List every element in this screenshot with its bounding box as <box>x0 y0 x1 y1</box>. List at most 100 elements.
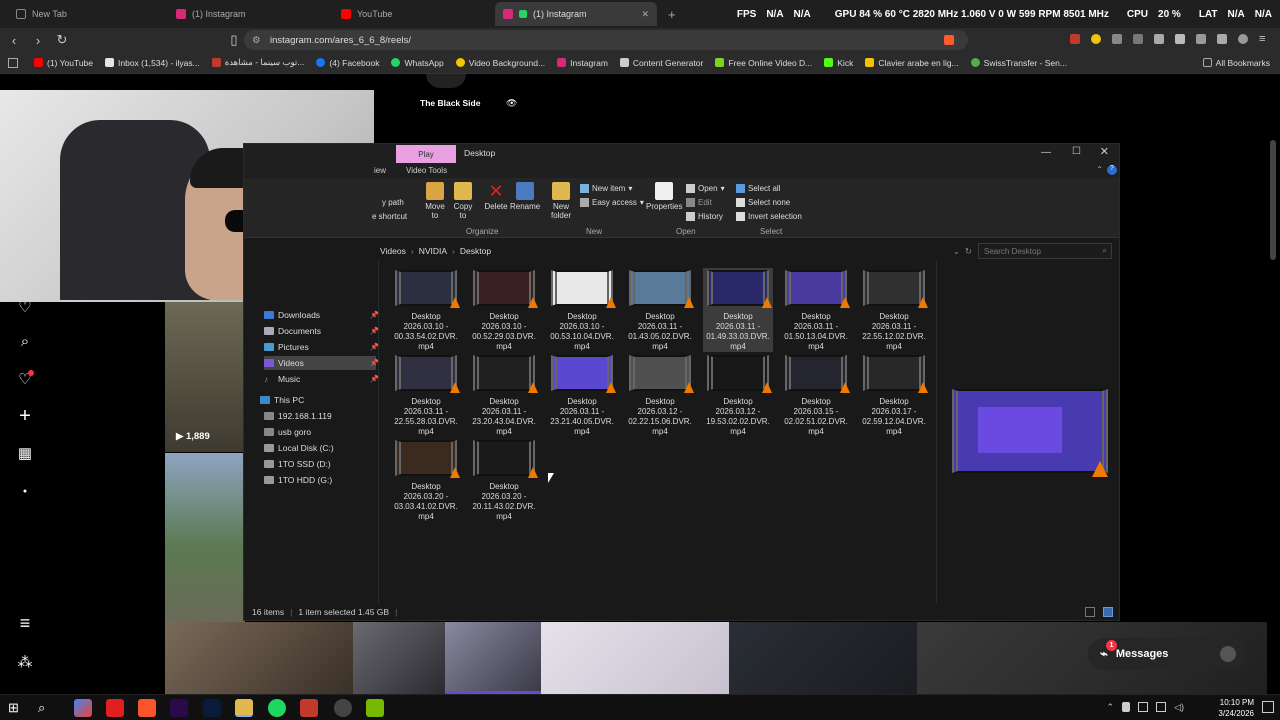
tab-new-tab[interactable]: New Tab <box>8 2 168 26</box>
history-button[interactable]: History <box>686 212 723 221</box>
breadcrumb-item[interactable]: Desktop <box>460 246 491 256</box>
details-view-icon[interactable] <box>1085 607 1095 617</box>
file-item[interactable]: Desktop 2026.03.11 - 01.50.13.04.DVR. mp… <box>781 268 851 352</box>
all-bookmarks[interactable]: All Bookmarks <box>1202 58 1270 68</box>
file-item[interactable]: Desktop 2026.03.11 - 01.49.33.03.DVR. mp… <box>703 268 773 352</box>
bookmark-item[interactable]: توب سينما - مشاهدة... <box>211 57 304 68</box>
copy-path-button[interactable]: y path <box>382 198 404 207</box>
collapse-ribbon-icon[interactable]: ⌃ <box>1096 165 1103 174</box>
nav-pictures[interactable]: Pictures 📌 <box>264 340 379 354</box>
file-item[interactable]: Desktop 2026.03.20 - 20.11.43.02.DVR. mp… <box>469 438 539 522</box>
usb-icon[interactable] <box>1122 702 1131 712</box>
chrome-icon[interactable] <box>74 699 92 717</box>
bookmark-button[interactable]: ▯ <box>224 30 244 50</box>
acrobat-icon[interactable] <box>106 699 124 717</box>
new-folder-button[interactable]: New folder <box>546 182 576 220</box>
file-item[interactable]: Desktop 2026.03.10 - 00.53.10.04.DVR. mp… <box>547 268 617 352</box>
minimize-button[interactable]: — <box>1041 147 1051 158</box>
brave-icon[interactable] <box>138 699 156 717</box>
extension-icon[interactable] <box>1091 34 1101 44</box>
nav-drive[interactable]: 1TO HDD (G:) <box>264 473 332 487</box>
tab-video-tools[interactable]: Video Tools <box>406 166 447 175</box>
nav-drive[interactable]: 192.168.1.119 <box>264 409 332 423</box>
file-item[interactable]: Desktop 2026.03.11 - 23.20.43.04.DVR. mp… <box>469 353 539 437</box>
language-icon[interactable] <box>1138 702 1149 712</box>
refresh-icon[interactable]: ↻ <box>965 246 972 257</box>
open-button[interactable]: Open ▾ <box>686 184 725 193</box>
close-tab-icon[interactable]: ✕ <box>641 9 649 20</box>
media-icon[interactable] <box>1154 34 1164 44</box>
breadcrumb-item[interactable]: Videos <box>380 246 406 256</box>
tab-instagram[interactable]: (1) Instagram <box>168 2 333 26</box>
reel-thumbnail[interactable] <box>729 622 917 694</box>
close-window-button[interactable]: ✕ <box>1100 145 1109 158</box>
tab-instagram-active[interactable]: (1) Instagram ✕ <box>495 2 657 26</box>
breadcrumb-item[interactable]: NVIDIA <box>419 246 447 256</box>
file-item[interactable]: Desktop 2026.03.20 - 03.03.41.02.DVR. mp… <box>391 438 461 522</box>
chevron-up-icon[interactable]: ⌃ <box>1107 702 1115 713</box>
file-item[interactable]: Desktop 2026.03.12 - 02.22.15.06.DVR. mp… <box>625 353 695 437</box>
move-to-button[interactable]: Move to <box>422 182 448 220</box>
new-item-button[interactable]: New item ▾ <box>580 184 632 193</box>
properties-button[interactable]: Properties <box>646 182 682 211</box>
file-explorer-icon[interactable] <box>235 699 253 717</box>
file-item[interactable]: Desktop 2026.03.15 - 02.02.51.02.DVR. mp… <box>781 353 851 437</box>
more-menu-icon[interactable]: ≡ <box>14 612 36 634</box>
large-icons-view-icon[interactable] <box>1103 607 1113 617</box>
network-icon[interactable] <box>1156 702 1167 712</box>
page-scrollbar[interactable] <box>1270 140 1276 260</box>
reel-thumbnail[interactable] <box>353 622 445 694</box>
reel-thumbnail[interactable] <box>165 300 245 452</box>
reload-button[interactable]: ↻ <box>52 30 72 50</box>
breadcrumb[interactable]: Videos › NVIDIA › Desktop ⌄ ↻ <box>380 244 972 258</box>
wallet-icon[interactable] <box>1196 34 1206 44</box>
delete-button[interactable]: ✕ Delete <box>482 182 510 211</box>
profile-icon[interactable]: ● <box>14 480 36 502</box>
reel-thumbnail[interactable] <box>165 622 353 694</box>
search-icon[interactable]: ⌕ <box>14 330 36 352</box>
invert-selection-button[interactable]: Invert selection <box>736 212 802 221</box>
nav-documents[interactable]: Documents 📌 <box>264 324 379 338</box>
messages-button[interactable]: ⌁ 1 Messages <box>1088 638 1246 670</box>
chevron-down-icon[interactable]: ⌄ <box>953 246 960 257</box>
easy-access-button[interactable]: Easy access ▾ <box>580 198 644 207</box>
volume-icon[interactable]: ◁) <box>1174 702 1184 713</box>
file-item[interactable]: Desktop 2026.03.17 - 02.59.12.04.DVR. mp… <box>859 353 929 437</box>
dashboard-icon[interactable]: ▦ <box>14 442 36 464</box>
taskbar-clock[interactable]: 10:10 PM 3/24/2026 <box>1218 697 1254 719</box>
menu-icon[interactable]: ≡ <box>1259 34 1265 45</box>
spotify-icon[interactable] <box>268 699 286 717</box>
copy-to-button[interactable]: Copy to <box>450 182 476 220</box>
context-tab-play[interactable]: Play <box>396 145 456 163</box>
bookmark-item[interactable]: Clavier arabe en lig... <box>865 58 959 68</box>
bookmark-item[interactable]: Kick <box>824 58 853 68</box>
nav-drive[interactable]: usb goro <box>264 425 311 439</box>
bookmark-item[interactable]: (4) Facebook <box>316 58 379 68</box>
reel-thumbnail[interactable] <box>165 453 245 623</box>
extension-icon[interactable] <box>1112 34 1122 44</box>
reel-thumbnail[interactable] <box>541 622 729 694</box>
address-bar[interactable]: ⚙ instagram.com/ares_6_6_8/reels/ <box>244 30 968 50</box>
photoshop-icon[interactable] <box>203 699 221 717</box>
windows-start-icon[interactable]: ⊞ <box>8 699 26 717</box>
forward-button[interactable]: › <box>28 30 48 50</box>
rename-button[interactable]: Rename <box>510 182 540 211</box>
notification-center-icon[interactable] <box>1262 701 1274 713</box>
reel-thumbnail[interactable] <box>445 622 541 694</box>
premiere-icon[interactable] <box>170 699 188 717</box>
vpn-icon[interactable] <box>1238 34 1248 44</box>
apps-grid-icon[interactable] <box>8 58 18 68</box>
create-icon[interactable]: + <box>14 405 36 427</box>
select-all-button[interactable]: Select all <box>736 184 780 193</box>
file-item[interactable]: Desktop 2026.03.10 - 00.33.54.02.DVR. mp… <box>391 268 461 352</box>
file-item[interactable]: Desktop 2026.03.12 - 19.53.02.02.DVR. mp… <box>703 353 773 437</box>
maximize-button[interactable]: ☐ <box>1072 146 1081 157</box>
nav-videos[interactable]: Videos 📌 <box>264 356 379 370</box>
bookmark-item[interactable]: Inbox (1,534) - ilyas... <box>105 58 200 68</box>
download-icon[interactable] <box>1217 34 1227 44</box>
help-icon[interactable]: ? <box>1107 165 1117 175</box>
file-item[interactable]: Desktop 2026.03.11 - 22.55.12.02.DVR. mp… <box>859 268 929 352</box>
tab-youtube[interactable]: YouTube <box>333 2 493 26</box>
bookmark-item[interactable]: Instagram <box>557 58 608 68</box>
file-item[interactable]: Desktop 2026.03.11 - 22.55.28.03.DVR. mp… <box>391 353 461 437</box>
